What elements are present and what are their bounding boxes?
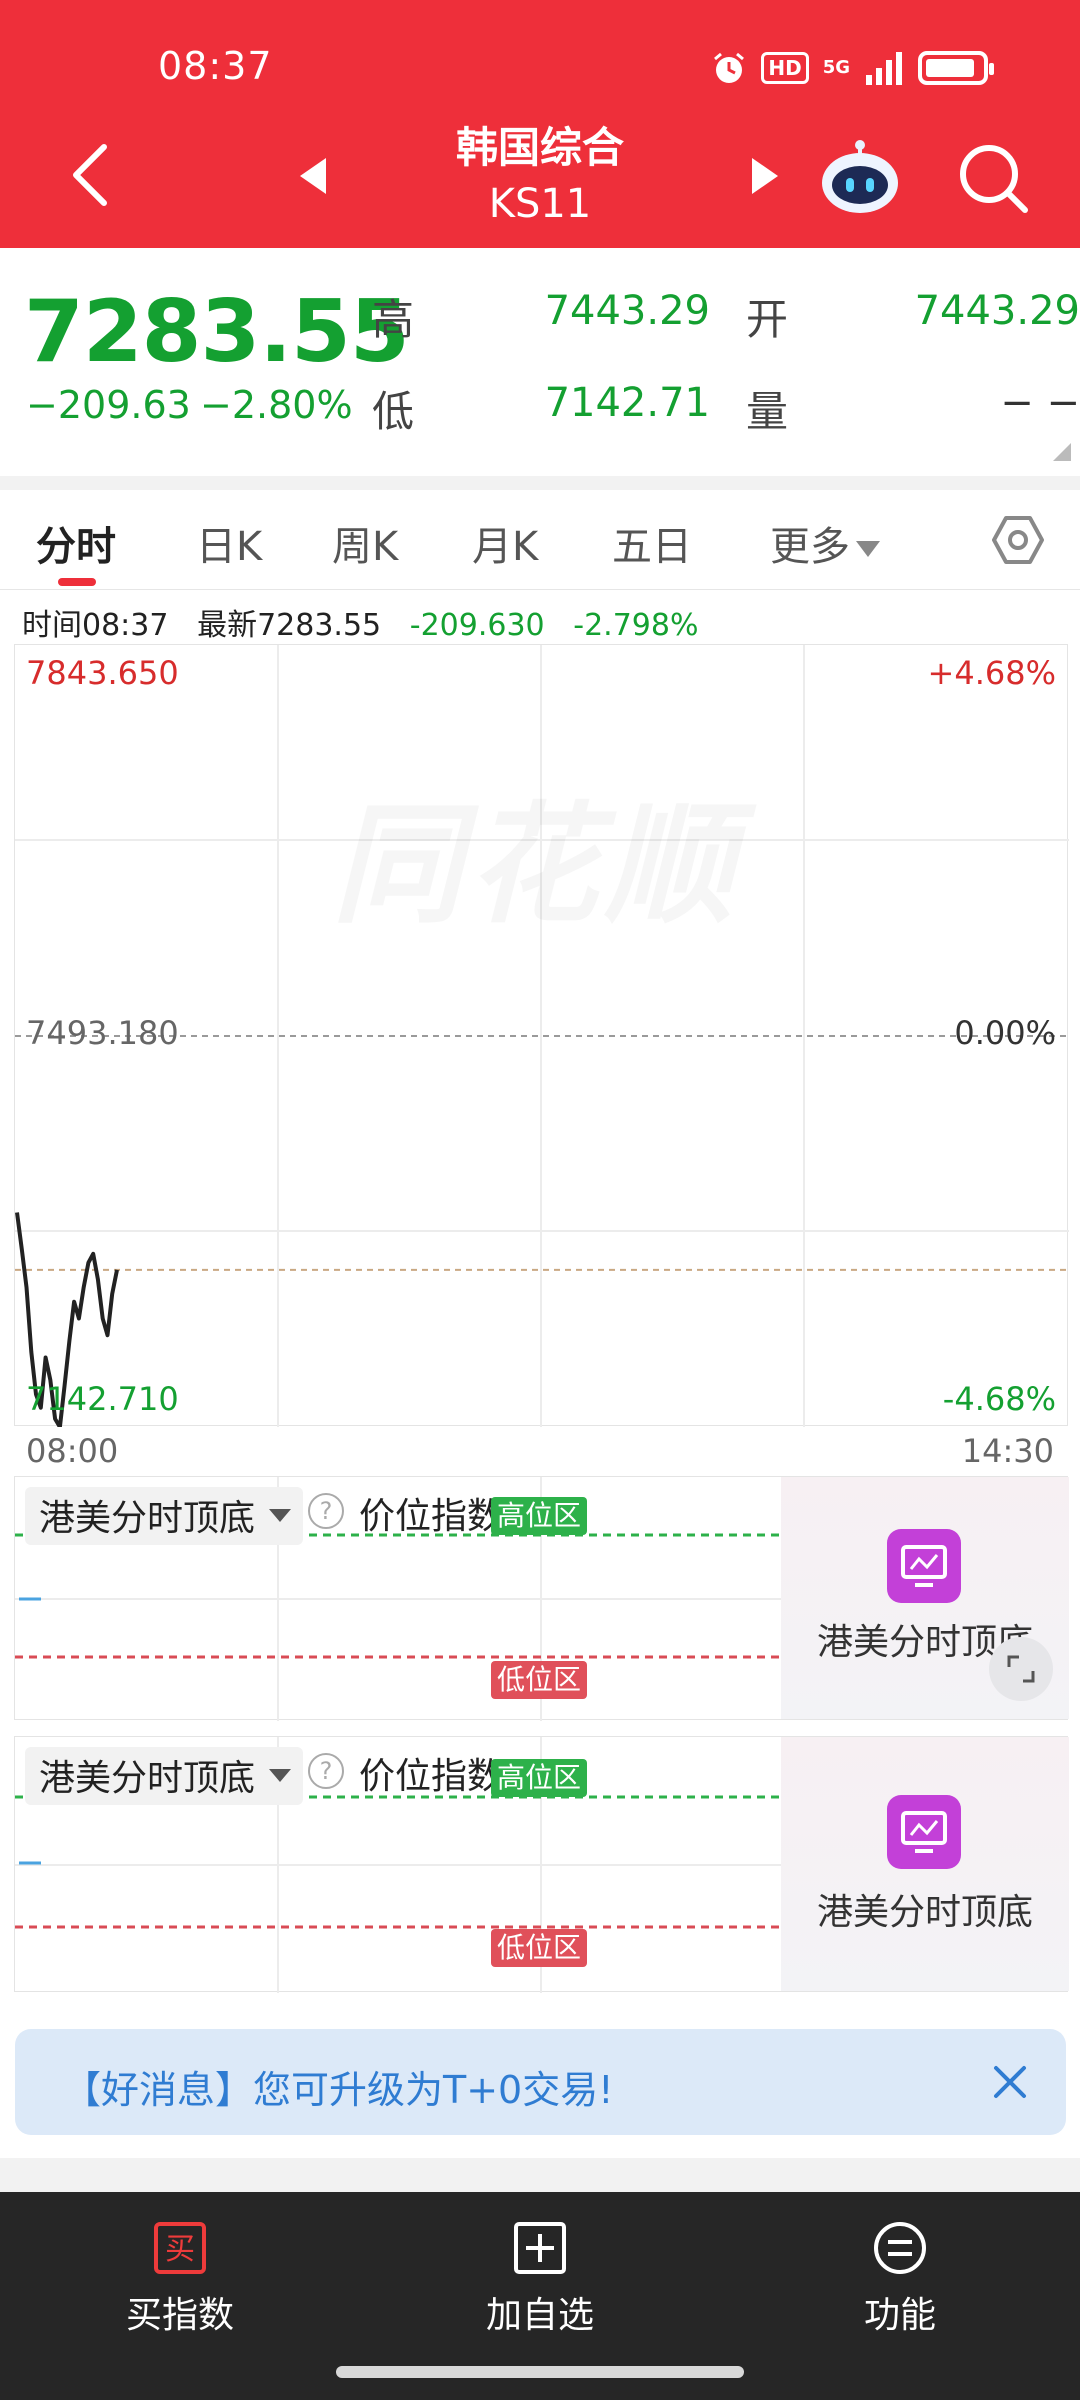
signal-icon [866, 52, 902, 85]
open-label: 开 [746, 295, 789, 344]
settings-hexagon-icon[interactable] [990, 512, 1046, 568]
low-value: 7142.71 [544, 380, 710, 426]
promo-label-2: 港美分时顶底 [816, 1892, 1033, 1933]
banner-text: 【好消息】您可升级为T+0交易! [63, 2068, 614, 2112]
status-time: 08:37 [158, 44, 273, 88]
y-axis-min: 7142.710 [26, 1380, 179, 1418]
robot-assistant-icon[interactable] [818, 135, 902, 219]
chart-tabs: 分时 日K 周K 月K 五日 更多 [0, 490, 1080, 590]
indicator-sub-1: 价位指数 [359, 1496, 504, 1537]
low-zone-tag-1: 低位区 [491, 1661, 588, 1699]
index-code: KS11 [488, 181, 592, 227]
alarm-icon [714, 52, 745, 83]
info-change-pct: -2.798% [573, 608, 699, 643]
nav-add-favorite[interactable]: 加自选 [430, 2220, 650, 2338]
next-index-arrow-icon[interactable] [748, 154, 782, 198]
indicator-sub-2: 价位指数 [359, 1756, 504, 1797]
status-icons: HD 5G [711, 50, 994, 86]
expand-icon [1007, 1655, 1035, 1683]
chevron-left-icon [73, 144, 107, 206]
chevron-down-icon [269, 1769, 292, 1782]
time-axis-start: 08:00 [26, 1432, 119, 1470]
chevron-down-icon [856, 541, 880, 557]
open-value: 7443.29 [914, 288, 1080, 334]
nav-buy-index[interactable]: 买 买指数 [70, 2220, 290, 2338]
battery-icon [918, 51, 994, 85]
nav-add-label: 加自选 [485, 2295, 594, 2336]
indicator-selector-1[interactable]: 港美分时顶底 [25, 1487, 304, 1545]
indicator-selector-2[interactable]: 港美分时顶底 [25, 1747, 304, 1805]
index-name: 韩国综合 [455, 123, 624, 172]
y-axis-mid: 7493.180 [26, 1014, 179, 1052]
section-divider [0, 476, 1080, 490]
indicator-promo-2[interactable]: 港美分时顶底 [781, 1737, 1069, 1991]
close-icon[interactable] [990, 2062, 1030, 2102]
high-zone-tag-1: 高位区 [491, 1497, 588, 1535]
home-indicator[interactable] [336, 2366, 744, 2378]
indicator-plot-2: 港美分时顶底 ? 价位指数 高位区 低位区 [15, 1737, 781, 1993]
current-price: 7283.55 [24, 282, 410, 382]
help-icon[interactable]: ? [308, 1753, 344, 1789]
active-tab-indicator [58, 578, 96, 586]
indicator-name-2: 港美分时顶底 [39, 1758, 256, 1799]
network-type: 5G [822, 57, 850, 78]
info-time: 时间08:37 [22, 608, 169, 643]
indicator-panel-2[interactable]: 港美分时顶底 ? 价位指数 高位区 低位区 港美分时顶底 [14, 1736, 1069, 1993]
high-label: 高 [372, 295, 415, 344]
prev-index-arrow-icon[interactable] [296, 154, 330, 198]
buy-icon-glyph: 买 [165, 2232, 195, 2267]
index-title: 韩国综合 KS11 [340, 118, 740, 230]
search-icon[interactable] [955, 140, 1030, 215]
header-bar: 08:37 HD 5G 韩国综合 KS11 [0, 0, 1080, 248]
monitor-chart-icon [887, 1529, 961, 1603]
tab-five-day[interactable]: 五日 [612, 514, 692, 572]
high-value: 7443.29 [544, 288, 710, 334]
indicator-plot-1: 港美分时顶底 ? 价位指数 高位区 低位区 [15, 1477, 781, 1721]
section-divider [0, 2158, 1080, 2192]
low-label: 低 [372, 387, 415, 436]
tab-weekly-k[interactable]: 周K [332, 514, 398, 572]
nav-functions-label: 功能 [863, 2295, 936, 2336]
indicator-name-1: 港美分时顶底 [39, 1498, 256, 1539]
volume-label: 量 [746, 387, 789, 436]
tab-monthly-k[interactable]: 月K [472, 514, 538, 572]
upgrade-banner[interactable]: 【好消息】您可升级为T+0交易! [15, 2029, 1066, 2135]
tab-more-label: 更多 [770, 524, 850, 570]
info-change: -209.630 [409, 608, 545, 643]
chevron-down-icon [269, 1509, 292, 1522]
info-latest: 最新7283.55 [197, 608, 382, 643]
crosshair-info: 时间08:37 最新7283.55 -209.630 -2.798% [22, 600, 698, 644]
indicator-promo-1[interactable]: 港美分时顶底 [781, 1477, 1069, 1719]
monitor-chart-icon [887, 1795, 961, 1869]
tab-daily-k[interactable]: 日K [196, 514, 262, 572]
pct-axis-mid: 0.00% [954, 1014, 1056, 1052]
tab-intraday[interactable]: 分时 [36, 514, 116, 572]
menu-icon [874, 2222, 926, 2274]
add-favorite-icon [514, 2222, 566, 2274]
price-change: −209.63 [26, 383, 191, 427]
hd-badge: HD [761, 52, 809, 84]
pct-axis-min: -4.68% [942, 1380, 1056, 1418]
expand-corner-icon[interactable] [1053, 443, 1071, 461]
tab-more[interactable]: 更多 [770, 514, 880, 572]
pct-axis-max: +4.68% [927, 654, 1056, 692]
volume-value: − − [1000, 380, 1080, 426]
y-axis-max: 7843.650 [26, 654, 179, 692]
watermark-logo: 同花顺 [332, 760, 740, 948]
help-icon[interactable]: ? [308, 1493, 344, 1529]
expand-button[interactable] [989, 1637, 1053, 1701]
low-zone-tag-2: 低位区 [491, 1929, 588, 1967]
indicator-panel-1[interactable]: 港美分时顶底 ? 价位指数 高位区 低位区 港美分时顶底 [14, 1476, 1069, 1721]
high-zone-tag-2: 高位区 [491, 1759, 588, 1797]
nav-buy-label: 买指数 [125, 2295, 234, 2336]
time-axis-end: 14:30 [961, 1432, 1054, 1470]
nav-functions[interactable]: 功能 [790, 2220, 1010, 2338]
price-change-pct: −2.80% [200, 383, 353, 427]
back-button[interactable] [60, 140, 120, 210]
buy-icon: 买 [154, 2222, 206, 2274]
